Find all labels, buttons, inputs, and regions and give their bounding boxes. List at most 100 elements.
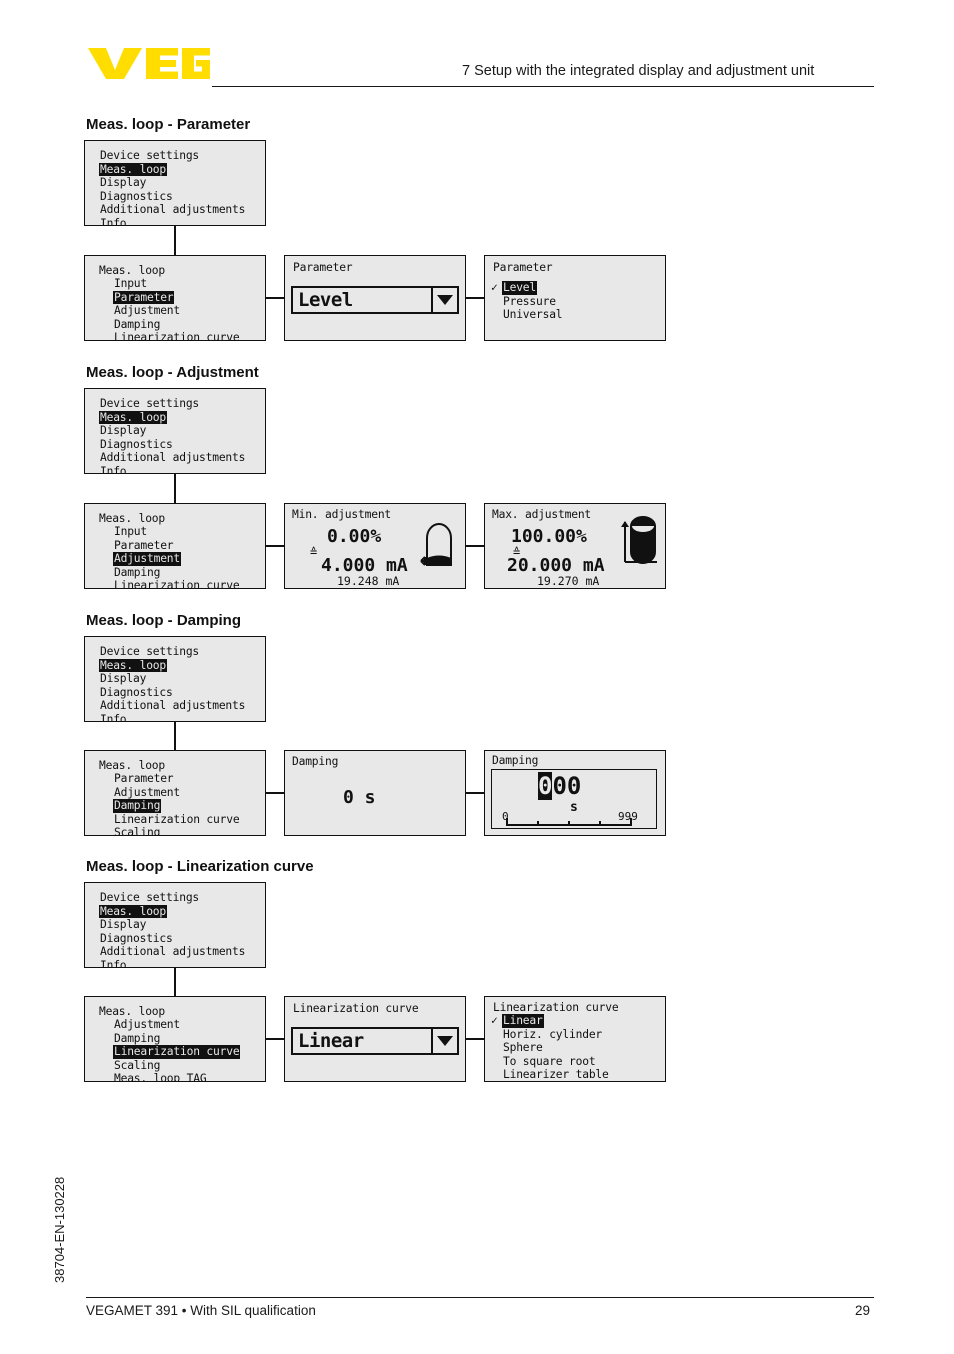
list-item[interactable]: Scaling bbox=[99, 1059, 240, 1073]
list-item[interactable]: Display bbox=[99, 176, 246, 190]
damping-value-screen[interactable]: Damping 0 s bbox=[284, 750, 466, 836]
submenu-screen-linearization[interactable]: Meas. loop Adjustment Damping Linearizatio… bbox=[84, 996, 266, 1082]
value-screen-linearization[interactable]: Linearization curve Linear bbox=[284, 996, 466, 1082]
tank-empty-icon bbox=[420, 523, 452, 566]
list-item[interactable]: Info bbox=[99, 959, 246, 967]
main-menu-list[interactable]: Device settings Meas. loop Display Diagnost… bbox=[99, 645, 246, 721]
options-list[interactable]: ✓ Linear Horiz. cylinder Sphere To square… bbox=[491, 1014, 610, 1081]
submenu-screen-parameter[interactable]: Meas. loop Input Parameter Adjustment Dampi… bbox=[84, 255, 266, 341]
damping-digit[interactable]: 0 bbox=[552, 772, 566, 800]
max-adjustment-title: Max. adjustment bbox=[492, 508, 592, 521]
list-item[interactable]: Damping bbox=[99, 799, 240, 813]
submenu-screen-damping[interactable]: Meas. loop Parameter Adjustment Damping Lin… bbox=[84, 750, 266, 836]
list-item[interactable]: Adjustment bbox=[99, 552, 240, 566]
list-item[interactable]: Linearization curve bbox=[99, 579, 240, 588]
list-item[interactable]: Adjustment bbox=[99, 304, 240, 318]
max-adjustment-current: 20.000 mA bbox=[507, 555, 605, 576]
main-menu-screen-parameter[interactable]: Device settings Meas. loop Display Diagnost… bbox=[84, 140, 266, 226]
list-item[interactable]: Meas. loop bbox=[99, 904, 246, 919]
list-item[interactable]: Diagnostics bbox=[99, 686, 246, 700]
list-item[interactable]: Diagnostics bbox=[99, 438, 246, 452]
list-item[interactable]: Parameter bbox=[99, 772, 240, 786]
list-item[interactable]: Additional adjustments bbox=[99, 203, 246, 217]
list-item[interactable]: Parameter bbox=[99, 539, 240, 553]
list-item[interactable]: Input bbox=[99, 277, 240, 291]
parameter-dropdown[interactable]: Level bbox=[291, 286, 459, 314]
list-item[interactable]: Damping bbox=[99, 1032, 240, 1046]
value-screen-parameter[interactable]: Parameter Level bbox=[284, 255, 466, 341]
min-adjustment-screen[interactable]: Min. adjustment 0.00% ≙ 4.000 mA 19.248 … bbox=[284, 503, 466, 589]
list-item[interactable]: Info bbox=[99, 465, 246, 473]
damping-digit[interactable]: 0 bbox=[538, 772, 553, 800]
damping-digit[interactable]: 0 bbox=[567, 772, 581, 800]
main-menu-screen-damping[interactable]: Device settings Meas. loop Display Diagnost… bbox=[84, 636, 266, 722]
footer-product: VEGAMET 391 • With SIL qualification bbox=[86, 1303, 316, 1318]
list-item[interactable]: Linearization curve bbox=[99, 813, 240, 827]
list-item[interactable]: Additional adjustments bbox=[99, 699, 246, 713]
chevron-down-icon[interactable] bbox=[431, 288, 457, 312]
list-item[interactable]: Device settings bbox=[99, 397, 246, 411]
damping-editor-screen[interactable]: Damping 000 s 0 999 bbox=[484, 750, 666, 836]
list-item[interactable]: Display bbox=[99, 918, 246, 932]
list-item[interactable]: Diagnostics bbox=[99, 190, 246, 204]
submenu-list[interactable]: Input Parameter Adjustment Damping Lineariza… bbox=[99, 525, 240, 588]
list-item[interactable]: Meas. loop TAG bbox=[99, 1072, 240, 1081]
list-item[interactable]: Scaling bbox=[99, 826, 240, 835]
list-item[interactable]: Meas. loop bbox=[99, 162, 246, 177]
page-header: 7 Setup with the integrated display and … bbox=[0, 0, 954, 96]
list-item[interactable]: Device settings bbox=[99, 891, 246, 905]
list-item[interactable]: Diagnostics bbox=[99, 932, 246, 946]
list-item[interactable]: Meas. loop bbox=[99, 658, 246, 673]
max-adjustment-screen[interactable]: Max. adjustment 100.00% ≙ 20.000 mA 19.2… bbox=[484, 503, 666, 589]
list-item[interactable]: Additional adjustments bbox=[99, 451, 246, 465]
list-item[interactable]: Linearizer table bbox=[491, 1068, 610, 1081]
linearization-dropdown[interactable]: Linear bbox=[291, 1027, 459, 1055]
list-item[interactable]: Info bbox=[99, 713, 246, 721]
options-screen-title: Parameter bbox=[493, 261, 553, 274]
list-item[interactable]: Display bbox=[99, 672, 246, 686]
damping-editor-frame[interactable]: 000 s 0 999 bbox=[491, 769, 657, 829]
list-item[interactable]: Horiz. cylinder bbox=[491, 1028, 610, 1042]
connector-vertical bbox=[174, 968, 176, 998]
list-item[interactable]: ✓ Level bbox=[491, 281, 563, 295]
damping-unit: s bbox=[570, 800, 578, 815]
list-item[interactable]: Damping bbox=[99, 566, 240, 580]
submenu-screen-adjustment[interactable]: Meas. loop Input Parameter Adjustment Dampi… bbox=[84, 503, 266, 589]
damping-digit-field[interactable]: 000 bbox=[538, 772, 581, 800]
list-item[interactable]: Linearization curve bbox=[99, 331, 240, 340]
list-item[interactable]: Universal bbox=[491, 308, 563, 322]
list-item[interactable]: Damping bbox=[99, 318, 240, 332]
list-item[interactable]: Input bbox=[99, 525, 240, 539]
checkmark-placeholder bbox=[491, 1068, 502, 1081]
list-item[interactable]: Meas. loop bbox=[99, 410, 246, 425]
list-item[interactable]: Device settings bbox=[99, 149, 246, 163]
list-item[interactable]: Display bbox=[99, 424, 246, 438]
chevron-down-icon[interactable] bbox=[431, 1029, 457, 1053]
options-screen-parameter[interactable]: Parameter ✓ Level Pressure Universal bbox=[484, 255, 666, 341]
submenu-list[interactable]: Input Parameter Adjustment Damping Lineariza… bbox=[99, 277, 240, 340]
options-list[interactable]: ✓ Level Pressure Universal bbox=[491, 281, 563, 322]
list-item[interactable]: To square root bbox=[491, 1055, 610, 1069]
options-screen-title: Linearization curve bbox=[493, 1001, 619, 1014]
main-menu-screen-adjustment[interactable]: Device settings Meas. loop Display Diagnost… bbox=[84, 388, 266, 474]
main-menu-screen-linearization[interactable]: Device settings Meas. loop Display Diagnost… bbox=[84, 882, 266, 968]
checkmark-icon: ✓ bbox=[491, 281, 498, 294]
list-item[interactable]: Pressure bbox=[491, 295, 563, 309]
submenu-list[interactable]: Parameter Adjustment Damping Linearization … bbox=[99, 772, 240, 835]
list-item[interactable]: Info bbox=[99, 217, 246, 225]
list-item[interactable]: Parameter bbox=[99, 290, 240, 305]
options-screen-linearization[interactable]: Linearization curve ✓ Linear Horiz. cylin… bbox=[484, 996, 666, 1082]
main-menu-list[interactable]: Device settings Meas. loop Display Diagnost… bbox=[99, 397, 246, 473]
list-item[interactable]: Linearization curve bbox=[99, 1045, 241, 1059]
list-item[interactable]: ✓ Linear bbox=[491, 1014, 610, 1028]
list-item[interactable]: Sphere bbox=[491, 1041, 610, 1055]
submenu-list[interactable]: Adjustment Damping Linearization curve Scal… bbox=[99, 1018, 241, 1081]
list-item[interactable]: Adjustment bbox=[99, 786, 240, 800]
list-item[interactable]: Adjustment bbox=[99, 1018, 240, 1032]
list-item-label: Meas. loop bbox=[99, 904, 168, 919]
list-item[interactable]: Device settings bbox=[99, 645, 246, 659]
main-menu-list[interactable]: Device settings Meas. loop Display Diagnost… bbox=[99, 891, 246, 967]
main-menu-list[interactable]: Device settings Meas. loop Display Diagnost… bbox=[99, 149, 246, 225]
list-item[interactable]: Additional adjustments bbox=[99, 945, 246, 959]
section-heading-linearization: Meas. loop - Linearization curve bbox=[86, 858, 314, 875]
